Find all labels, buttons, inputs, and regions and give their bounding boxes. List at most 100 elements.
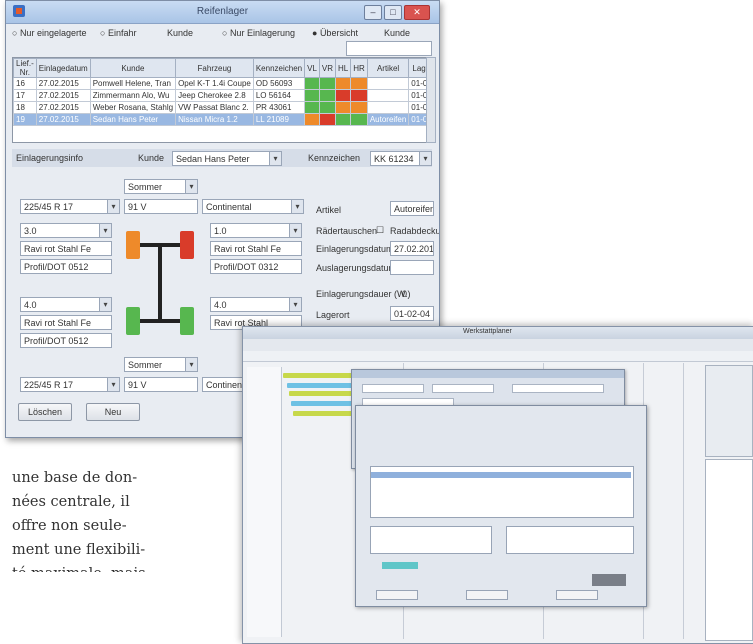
column-header[interactable]: VR (318, 58, 337, 78)
gantt-bar[interactable] (291, 401, 353, 406)
tire-front-right[interactable] (180, 231, 194, 259)
column-header[interactable]: Lief.-Nr. (13, 58, 37, 78)
table-scrollbar[interactable] (426, 57, 436, 143)
kennzeichen-label: Kennzeichen (308, 153, 361, 163)
order-field[interactable] (362, 384, 424, 393)
order-field[interactable] (512, 384, 604, 393)
filter-radio-einfahr[interactable]: ○ Einfahr (100, 28, 136, 38)
detail-button[interactable] (466, 590, 508, 600)
table-cell: Jeep Cherokee 2.8 (175, 89, 254, 102)
table-row[interactable]: 16 27.02.2015 Pomwell Helene, Tran Opel K-T… (13, 77, 427, 90)
gantt-bar[interactable] (287, 383, 353, 388)
column-header[interactable]: Artikel (366, 58, 410, 78)
dot-left-rear[interactable]: Profil/DOT 0512 (20, 333, 112, 348)
table-cell: Zimmermann Alo, Wu (89, 89, 177, 102)
table-cell (350, 77, 368, 90)
table-cell: 17 (13, 89, 37, 102)
detail-dark-button[interactable] (592, 574, 626, 586)
column-header[interactable]: Fahrzeug (175, 58, 254, 78)
detail-button[interactable] (376, 590, 418, 600)
detail-highlight-field[interactable] (382, 562, 418, 569)
column-header[interactable]: Kennzeichen (252, 58, 306, 78)
column-header[interactable]: HR (350, 58, 368, 78)
table-cell: VW Passat Blanc 2. (175, 101, 254, 114)
tread-right-front[interactable]: 1.0 (210, 223, 302, 238)
tread-left-front[interactable]: 3.0 (20, 223, 112, 238)
radabdeckung-label: Radabdeckungen (390, 226, 440, 236)
table-cell (366, 101, 410, 114)
order-field[interactable] (432, 384, 494, 393)
detail-button[interactable] (556, 590, 598, 600)
tire-rear-right[interactable] (180, 307, 194, 335)
auslagerungsdatum-field[interactable] (390, 260, 434, 275)
table-cell: LO 56164 (252, 89, 306, 102)
axle-diagram (118, 223, 208, 351)
title-bar: Reifenlager – □ ✕ (6, 1, 439, 24)
size-top-select[interactable]: 225/45 R 17 (20, 199, 120, 214)
filter-radio-eingelagerte[interactable]: ○ Nur eingelagerte (12, 28, 86, 38)
tire-front-left[interactable] (126, 231, 140, 259)
table-cell: 27.02.2015 (35, 77, 91, 90)
einlagerungsdatum-field[interactable]: 27.02.2015 (390, 241, 434, 256)
detail-notes[interactable] (370, 526, 492, 554)
search-input[interactable] (346, 41, 432, 56)
close-button[interactable]: ✕ (404, 5, 430, 20)
table-cell (335, 77, 352, 90)
table-cell: PR 43061 (252, 101, 306, 114)
resource-column (247, 367, 282, 637)
column-header[interactable]: HL (335, 58, 352, 78)
table-row[interactable]: 18 27.02.2015 Weber Rosana, Stahlg VW Passa… (13, 101, 427, 114)
plate-select[interactable]: KK 61234 (370, 151, 432, 166)
table-cell: 19 (13, 113, 37, 126)
filter-radio-einlagerung[interactable]: ○ Nur Einlagerung (222, 28, 295, 38)
size-bottom-select[interactable]: 225/45 R 17 (20, 377, 120, 392)
brand-top-select[interactable]: Continental (202, 199, 304, 214)
detail-notes-2[interactable] (506, 526, 634, 554)
new-button[interactable]: Neu (86, 403, 140, 421)
tread-right-rear[interactable]: 4.0 (210, 297, 302, 312)
table-cell: Sedan Hans Peter (89, 113, 177, 126)
filter-radio-uebersicht[interactable]: ● Übersicht (312, 28, 358, 38)
brand-left-rear[interactable]: Ravi rot Stahl Fe (20, 315, 112, 330)
tire-rear-left[interactable] (126, 307, 140, 335)
dot-right-front[interactable]: Profil/DOT 0312 (210, 259, 302, 274)
delete-button[interactable]: Löschen (18, 403, 72, 421)
column-header[interactable]: VL (304, 58, 320, 78)
customer-select[interactable]: Sedan Hans Peter (172, 151, 282, 166)
table-cell: Opel K-T 1.4i Coupe (175, 77, 254, 90)
paragraph-line: nées centrale, il (12, 494, 130, 510)
minimize-button[interactable]: – (364, 5, 382, 20)
list-panel (705, 459, 753, 641)
table-cell: Autoreifen (366, 113, 410, 126)
artikel-value[interactable]: Autoreifen eingelagert (390, 201, 434, 216)
brand-right-front[interactable]: Ravi rot Stahl Fe (210, 241, 302, 256)
table-row[interactable]: 17 27.02.2015 Zimmermann Alo, Wu Jeep Chero… (13, 89, 427, 102)
gantt-bar[interactable] (289, 391, 353, 396)
calendar-panel (705, 365, 753, 457)
raedertausch-checkbox[interactable]: ☐ (376, 225, 384, 236)
dot-left-front[interactable]: Profil/DOT 0512 (20, 259, 112, 274)
gantt-bar[interactable] (293, 411, 353, 416)
season-top-select[interactable]: Sommer (124, 179, 198, 194)
detail-selected-row[interactable] (371, 472, 631, 478)
column-header[interactable]: Einlagedatum (35, 58, 91, 78)
lagerort-field[interactable]: 01-02-04 (390, 306, 434, 321)
gantt-bar[interactable] (283, 373, 355, 378)
brand-left-front[interactable]: Ravi rot Stahl Fe (20, 241, 112, 256)
storage-table: Lief.-Nr. Einlagedatum Kunde Fahrzeug Kennze… (12, 57, 428, 143)
lagerort-label: Lagerort (316, 310, 350, 320)
season-bottom-select[interactable]: Sommer (124, 357, 198, 372)
column-header[interactable]: Kunde (89, 58, 177, 78)
tread-left-rear[interactable]: 4.0 (20, 297, 112, 312)
table-row[interactable]: 19 27.02.2015 Sedan Hans Peter Nissan Micra… (13, 113, 427, 126)
article-paragraph: une base de don- nées centrale, il offre… (12, 466, 234, 572)
planner-title: Werkstattplaner (463, 328, 512, 335)
filter-label-kunde: Kunde (167, 28, 194, 38)
table-cell (304, 101, 320, 114)
order-dialog-header (352, 370, 624, 378)
load-top-field[interactable]: 91 V (124, 199, 198, 214)
table-cell (366, 77, 410, 90)
planner-subtoolbar (243, 351, 753, 362)
load-bottom-field[interactable]: 91 V (124, 377, 198, 392)
maximize-button[interactable]: □ (384, 5, 402, 20)
